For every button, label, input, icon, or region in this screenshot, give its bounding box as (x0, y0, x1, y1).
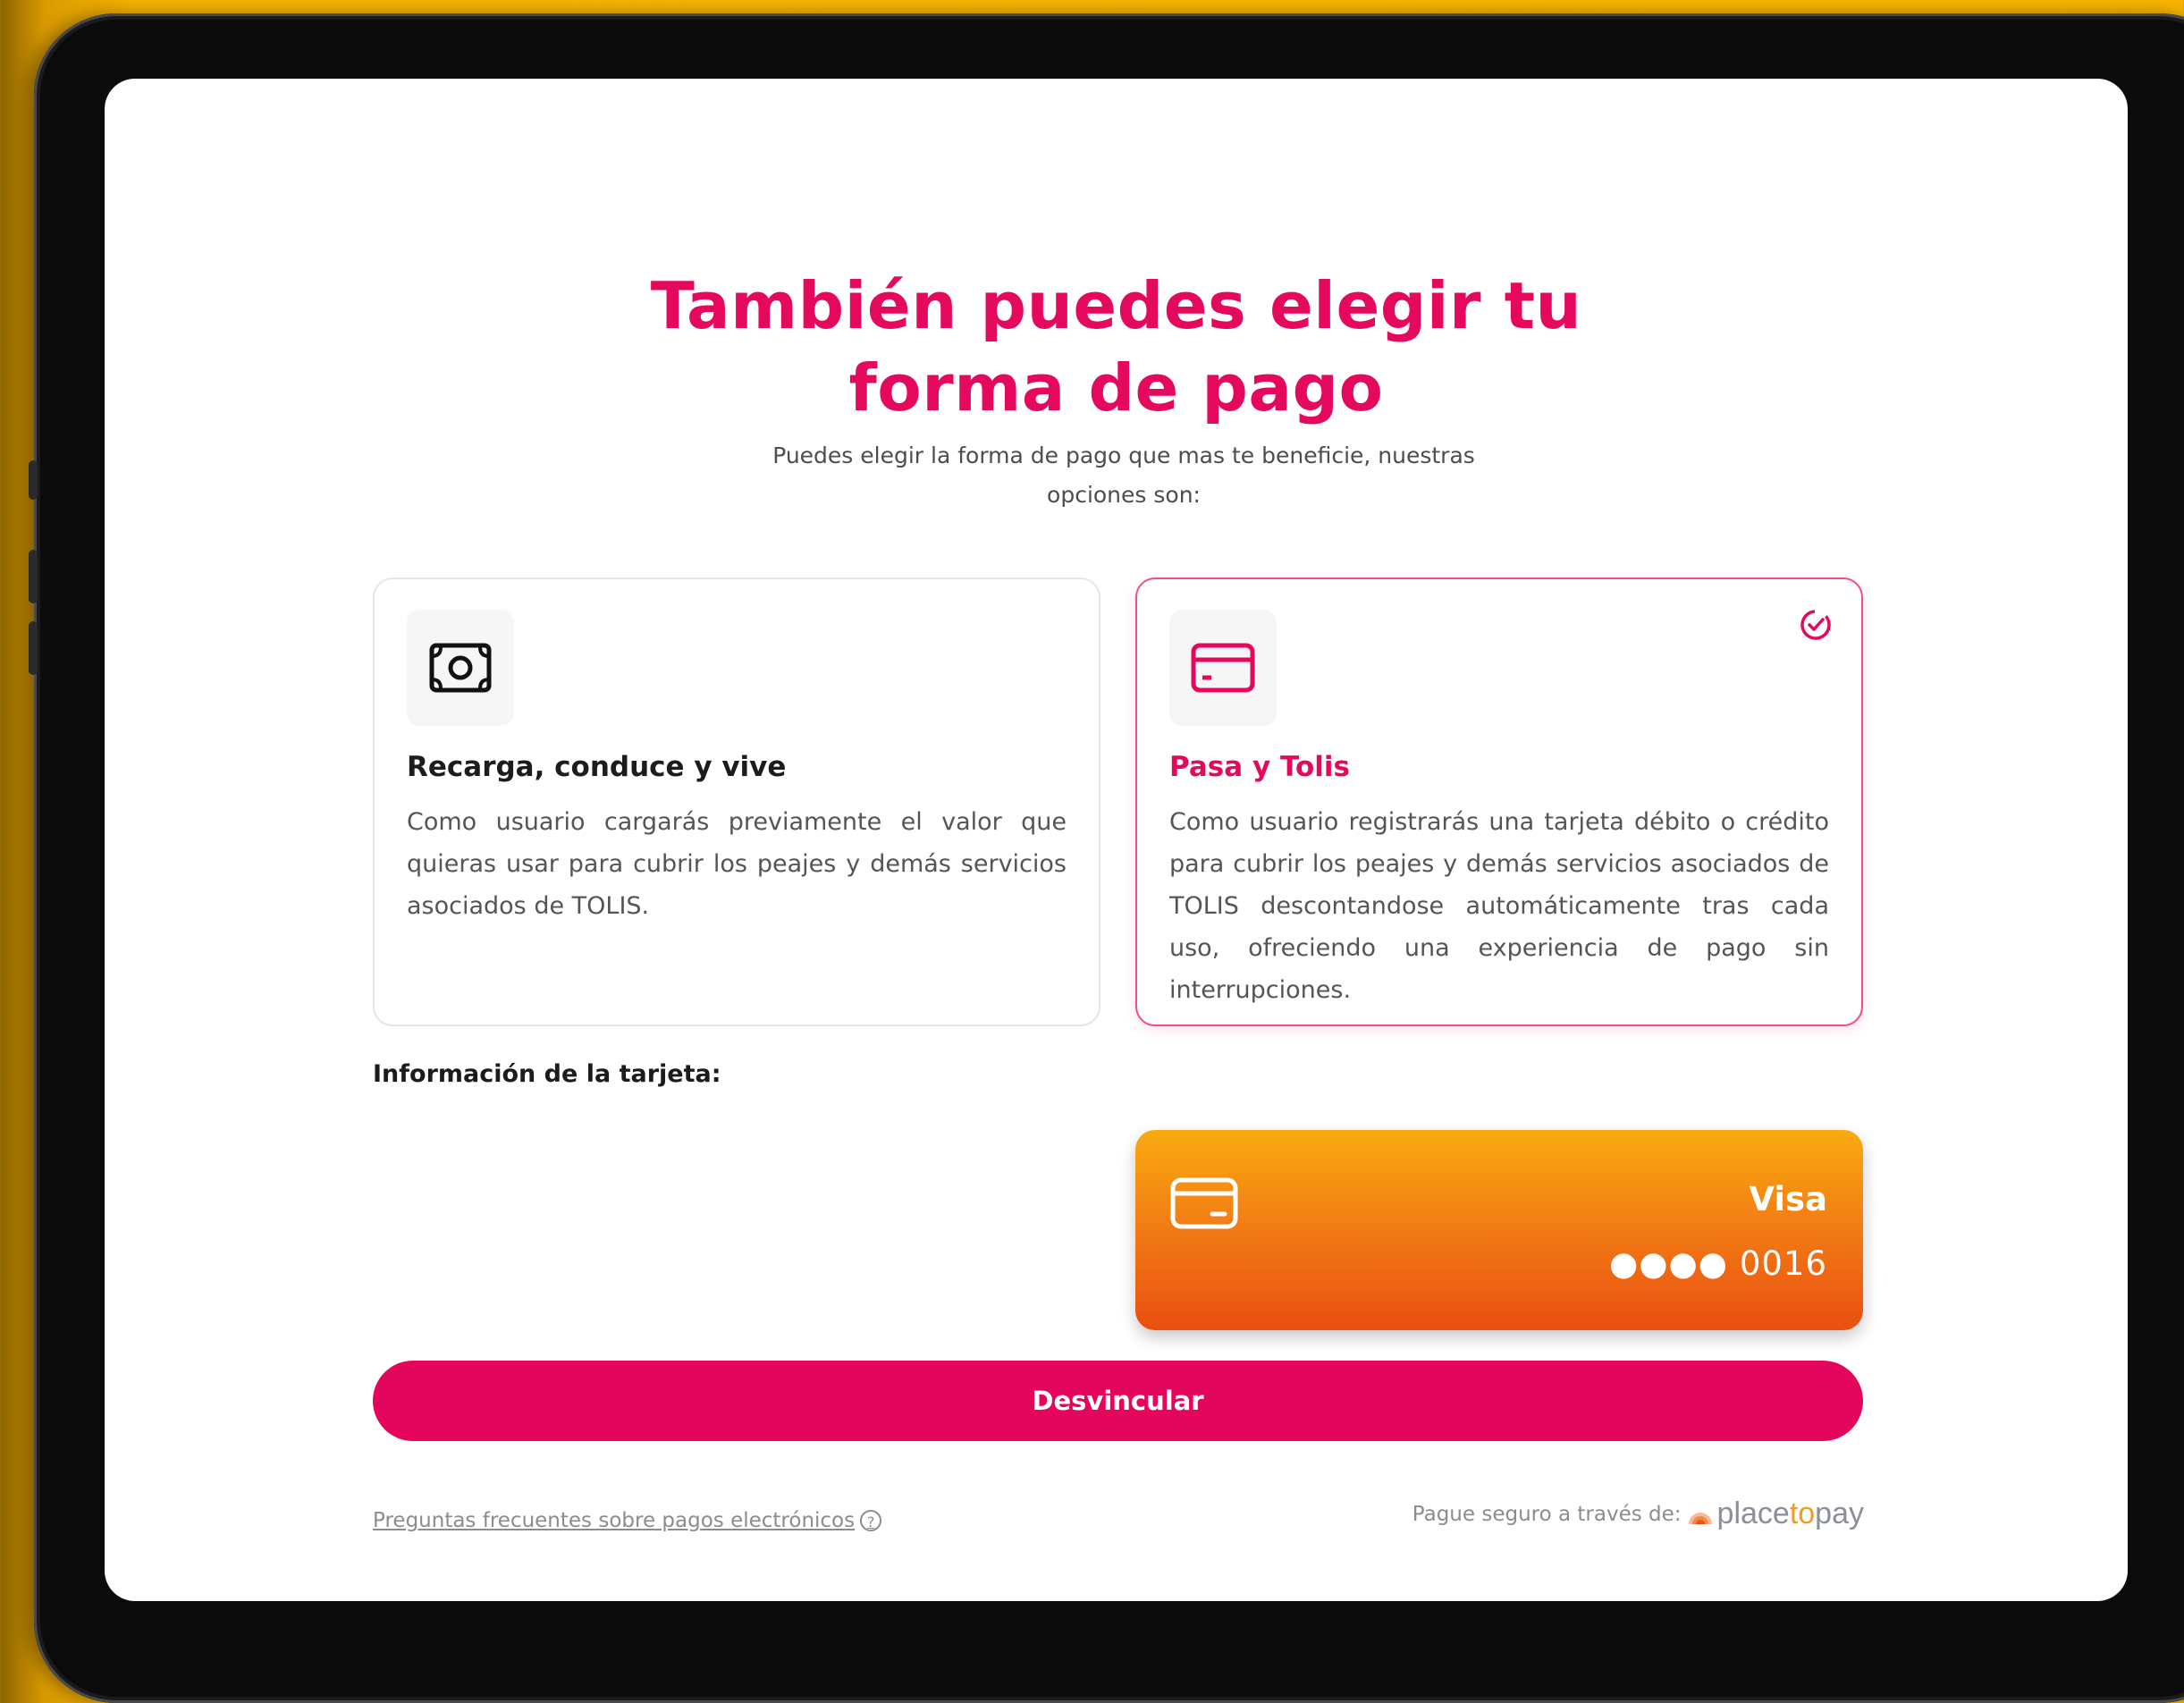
card-masked-number: ●●●● 0016 (1608, 1244, 1827, 1283)
unlink-button[interactable]: Desvincular (373, 1361, 1863, 1441)
tablet-side-button (29, 460, 38, 500)
option-description: Como usuario registrarás una tarjeta déb… (1169, 808, 1829, 1004)
secure-text: Pague seguro a través de: (1412, 1502, 1682, 1526)
tablet-side-button (29, 621, 38, 675)
payment-option-recharge[interactable]: Recarga, conduce y vive Como usuario car… (373, 578, 1100, 1026)
help-icon: ? (860, 1510, 882, 1531)
option-title: Recarga, conduce y vive (407, 751, 787, 783)
option-title: Pasa y Tolis (1169, 751, 1350, 783)
selected-check-icon (1800, 610, 1831, 640)
page-subtitle: Puedes elegir la forma de pago que mas t… (677, 436, 1571, 515)
placetopay-logo-text: placetopay (1716, 1496, 1864, 1530)
faq-link-label: Preguntas frecuentes sobre pagos electró… (373, 1509, 856, 1532)
page-title-line1: También puedes elegir tu (650, 268, 1582, 343)
cash-icon (429, 643, 492, 693)
payment-option-pasa-y-tolis[interactable]: Pasa y Tolis Como usuario registrarás un… (1135, 578, 1863, 1026)
credit-card-icon (1170, 1177, 1238, 1229)
secure-payment: Pague seguro a través de: placetopay (1412, 1496, 1864, 1531)
card-info-label: Información de la tarjeta: (373, 1060, 721, 1088)
page-subtitle-line1: Puedes elegir la forma de pago que mas t… (772, 443, 1475, 468)
placetopay-logo: placetopay (1687, 1496, 1864, 1531)
credit-card-icon-box (1169, 610, 1277, 726)
cash-icon-box (407, 610, 514, 726)
page-subtitle-line2: opciones son: (1047, 482, 1201, 508)
tablet-side-button (29, 550, 38, 603)
registered-card[interactable]: Visa ●●●● 0016 (1135, 1130, 1863, 1330)
credit-card-icon (1191, 643, 1255, 693)
option-description: Como usuario cargarás previamente el val… (407, 808, 1067, 920)
card-brand: Visa (1749, 1180, 1827, 1218)
page-title: También puedes elegir tu forma de pago (105, 265, 2128, 429)
page-title-line2: forma de pago (848, 350, 1384, 426)
screen: También puedes elegir tu forma de pago P… (105, 79, 2128, 1601)
placetopay-logo-mark (1688, 1512, 1712, 1524)
faq-link[interactable]: Preguntas frecuentes sobre pagos electró… (373, 1509, 882, 1532)
